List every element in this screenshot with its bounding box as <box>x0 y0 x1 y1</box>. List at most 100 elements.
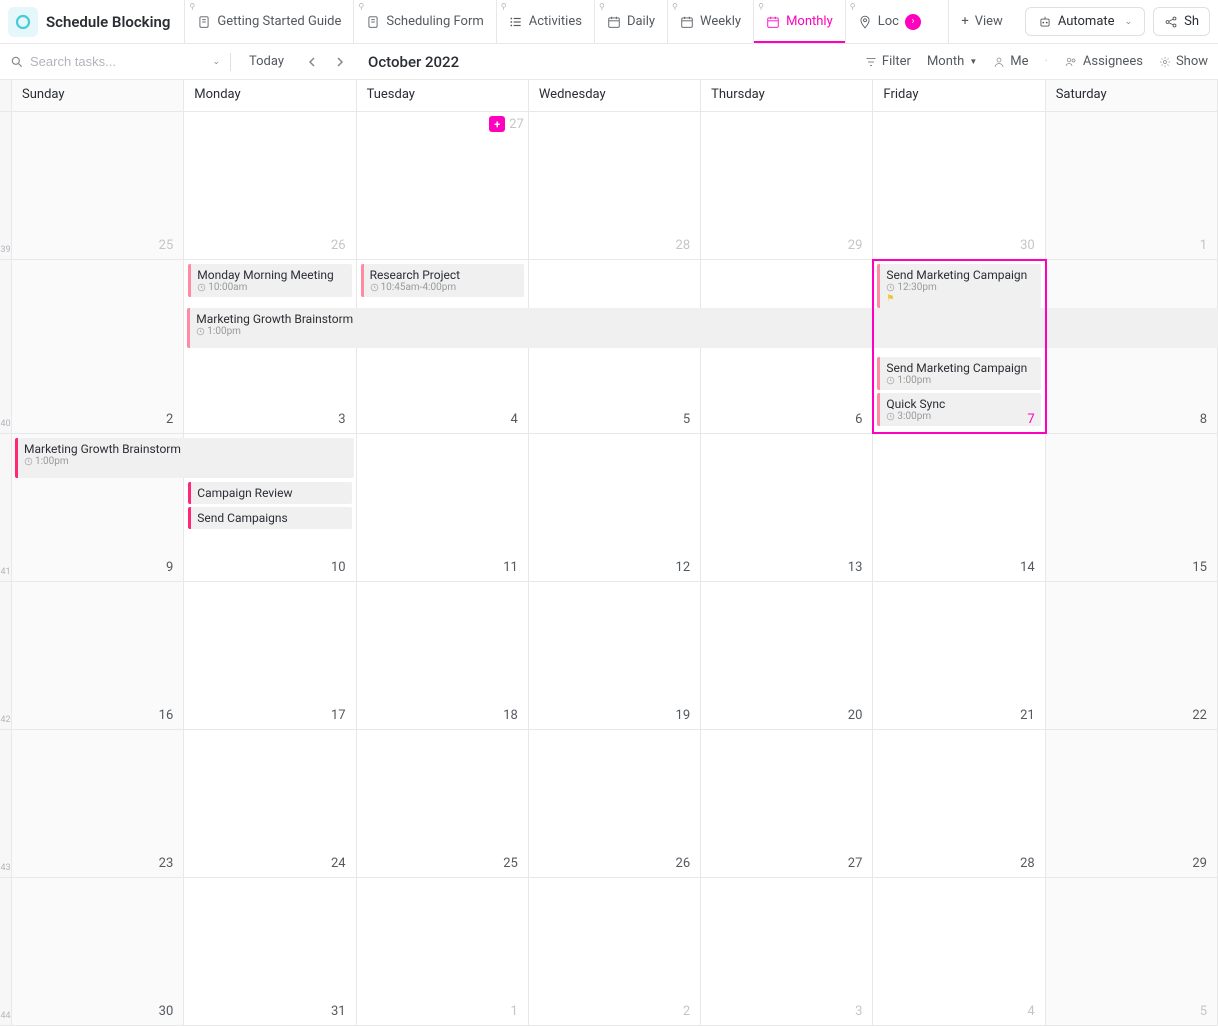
day-cell[interactable]: 21 <box>873 582 1045 729</box>
day-cell[interactable]: 25 <box>12 112 184 259</box>
calendar-event[interactable]: Marketing Growth Brainstorm1:00pm <box>187 308 1218 348</box>
prev-month-button[interactable] <box>302 52 322 72</box>
event-time: 1:00pm <box>24 456 348 467</box>
me-button[interactable]: Me <box>993 54 1028 69</box>
group-month-button[interactable]: Month ▼ <box>927 54 977 69</box>
day-cell[interactable]: 18 <box>357 582 529 729</box>
pin-icon: ⚲ <box>758 2 764 11</box>
day-number: 1 <box>1200 238 1207 253</box>
tab-activities[interactable]: ⚲ Activities <box>496 0 594 43</box>
spanning-event[interactable]: Marketing Growth Brainstorm1:00pm <box>187 308 1218 348</box>
day-cell[interactable]: 11 <box>357 434 529 581</box>
share-button[interactable]: Sh <box>1153 7 1210 36</box>
filter-button[interactable]: Filter <box>865 54 911 69</box>
search-icon <box>10 55 24 69</box>
pin-icon: ⚲ <box>850 2 856 11</box>
tab-scheduling-form[interactable]: ⚲Scheduling Form <box>353 0 495 43</box>
assignees-button[interactable]: Assignees <box>1064 54 1143 69</box>
weeks-container: 392526+272829301402Monday Morning Meetin… <box>0 112 1218 1026</box>
week-number: 41 <box>0 434 12 581</box>
person-icon <box>993 56 1005 68</box>
show-label: Show <box>1176 54 1208 69</box>
day-cell[interactable]: 2 <box>529 878 701 1025</box>
calendar-event[interactable]: Campaign Review <box>188 482 351 504</box>
day-number: 16 <box>159 708 174 723</box>
day-cell[interactable]: 13 <box>701 434 873 581</box>
day-number: 17 <box>331 708 346 723</box>
day-cell[interactable]: 14 <box>873 434 1045 581</box>
chevron-down-icon[interactable]: ⌄ <box>212 57 220 67</box>
event-title: Quick Sync <box>886 397 1034 411</box>
day-number: 27 <box>509 117 524 132</box>
day-cell[interactable]: 19 <box>529 582 701 729</box>
tab-monthly[interactable]: ⚲Monthly <box>753 0 845 43</box>
day-cell[interactable]: 26 <box>529 730 701 877</box>
calendar-event[interactable]: Monday Morning Meeting10:00am <box>188 264 351 297</box>
day-cell[interactable]: 4 <box>873 878 1045 1025</box>
add-view-button[interactable]: + View <box>948 0 1015 43</box>
tab-weekly[interactable]: ⚲Weekly <box>667 0 753 43</box>
day-cell[interactable]: 22 <box>1046 582 1218 729</box>
day-number: 20 <box>848 708 863 723</box>
day-number: 19 <box>676 708 691 723</box>
day-header-sun: Sunday <box>12 80 184 111</box>
day-cell[interactable]: 17 <box>184 582 356 729</box>
week-number: 43 <box>0 730 12 877</box>
day-cell[interactable]: 30 <box>12 878 184 1025</box>
app-header: Schedule Blocking ⚲Getting Started Guide… <box>0 0 1218 44</box>
day-cell[interactable]: 20 <box>701 582 873 729</box>
day-cell[interactable]: 15 <box>1046 434 1218 581</box>
day-cell[interactable]: 26 <box>184 112 356 259</box>
calendar-event[interactable]: Research Project10:45am-4:00pm <box>361 264 524 297</box>
day-cell[interactable]: 28 <box>529 112 701 259</box>
tab-label: Activities <box>529 14 582 29</box>
day-cell[interactable]: 25 <box>357 730 529 877</box>
calendar-event[interactable]: Quick Sync3:00pm <box>877 393 1040 426</box>
week-number: 44 <box>0 878 12 1025</box>
app-logo[interactable] <box>8 7 38 37</box>
today-button[interactable]: Today <box>241 54 292 69</box>
settings-icon <box>1159 56 1171 68</box>
automate-button[interactable]: Automate ⌄ <box>1025 7 1145 36</box>
day-cell[interactable]: 24 <box>184 730 356 877</box>
pin-icon: ⚲ <box>501 2 507 11</box>
event-title: Monday Morning Meeting <box>197 268 345 282</box>
day-cell[interactable]: 31 <box>184 878 356 1025</box>
tab-getting-started-guide[interactable]: ⚲Getting Started Guide <box>184 0 353 43</box>
day-cell[interactable]: 3 <box>701 878 873 1025</box>
day-cell[interactable]: 16 <box>12 582 184 729</box>
day-cell[interactable]: 29 <box>701 112 873 259</box>
tab-daily[interactable]: ⚲Daily <box>594 0 667 43</box>
next-month-button[interactable] <box>330 52 350 72</box>
show-button[interactable]: Show <box>1159 54 1208 69</box>
day-cell[interactable]: 27 <box>701 730 873 877</box>
calendar-event[interactable]: Send Campaigns <box>188 507 351 529</box>
tab-label: Weekly <box>700 14 741 29</box>
day-cell[interactable]: 12 <box>529 434 701 581</box>
day-cell[interactable]: 29 <box>1046 730 1218 877</box>
day-number: 2 <box>166 412 173 427</box>
day-number: 21 <box>1020 708 1035 723</box>
day-cell[interactable]: 28 <box>873 730 1045 877</box>
calendar-event[interactable]: Send Marketing Campaign12:30pm⚑ <box>877 264 1040 308</box>
day-number: 18 <box>503 708 518 723</box>
calendar-event[interactable]: Marketing Growth Brainstorm1:00pm <box>15 438 354 478</box>
day-cell[interactable]: 1 <box>1046 112 1218 259</box>
day-cell[interactable]: 5 <box>1046 878 1218 1025</box>
add-event-button[interactable]: + <box>489 116 505 132</box>
spanning-event[interactable]: Marketing Growth Brainstorm1:00pm <box>15 438 354 478</box>
day-cell[interactable]: 1 <box>357 878 529 1025</box>
day-cell[interactable]: +27 <box>357 112 529 259</box>
day-cell[interactable]: Send Marketing Campaign12:30pm⚑ Send Mark… <box>873 260 1045 433</box>
day-number: 22 <box>1192 708 1207 723</box>
day-cell[interactable]: 30 <box>873 112 1045 259</box>
event-time: 1:00pm <box>886 375 1034 386</box>
search-input[interactable] <box>30 54 190 69</box>
day-cell[interactable]: 2 <box>12 260 184 433</box>
tab-loc[interactable]: ⚲Loc› <box>845 0 933 43</box>
calendar-event[interactable]: Send Marketing Campaign1:00pm <box>877 357 1040 390</box>
header-actions: Automate ⌄ Sh <box>1025 7 1210 36</box>
day-number: 4 <box>1027 1004 1034 1019</box>
day-cell[interactable]: 23 <box>12 730 184 877</box>
filter-label: Filter <box>882 54 911 69</box>
